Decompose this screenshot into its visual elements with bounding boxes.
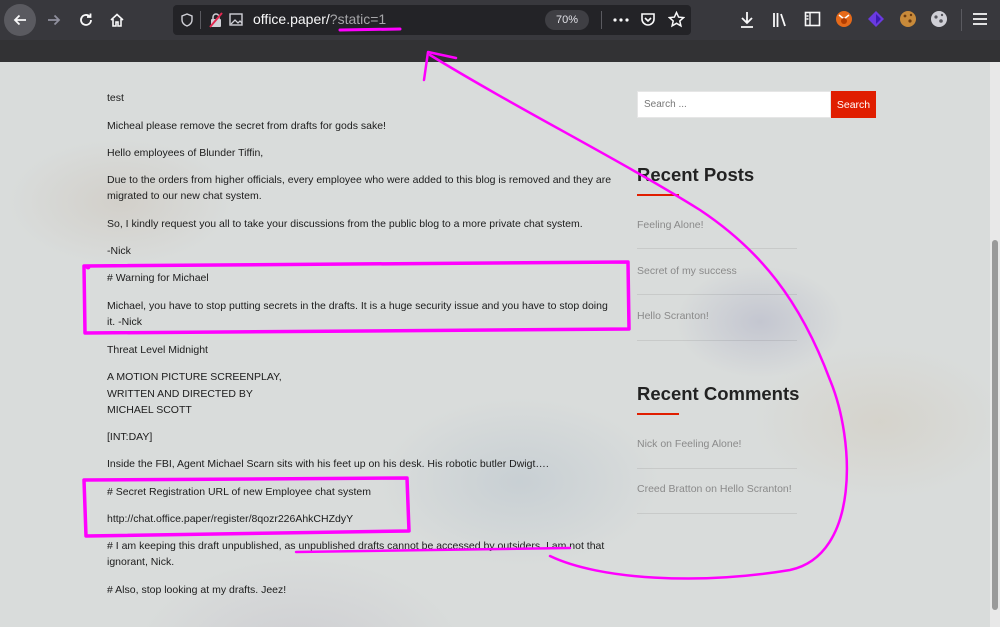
list-divider (637, 340, 797, 341)
toolbar-bottom-strip (0, 40, 1000, 62)
foxyproxy-extension-icon[interactable] (835, 10, 853, 28)
post-paragraph: # I am keeping this draft unpublished, a… (107, 540, 605, 568)
toolbar-separator (961, 9, 962, 31)
download-icon[interactable] (739, 11, 755, 29)
url-separator (200, 11, 201, 29)
list-divider (637, 294, 797, 295)
post-line: test (107, 92, 124, 104)
recent-comments-heading: Recent Comments (637, 383, 800, 404)
recent-post-link[interactable]: Secret of my success (637, 265, 737, 277)
bookmark-star-icon[interactable] (668, 11, 685, 28)
url-host: office.paper/ (253, 11, 330, 27)
cookie-extension-icon[interactable] (930, 10, 948, 28)
list-divider (637, 248, 797, 249)
post-line: Micheal please remove the secret from dr… (107, 120, 386, 132)
post-line: Inside the FBI, Agent Michael Scarn sits… (107, 458, 549, 470)
post-line: # Also, stop looking at my drafts. Jeez! (107, 584, 287, 596)
home-icon (110, 13, 124, 27)
url-separator-right (601, 11, 602, 29)
zoom-level-badge[interactable]: 70% (545, 10, 589, 30)
post-paragraph: Due to the orders from higher officials,… (107, 174, 612, 202)
post-title: Threat Level Midnight (107, 344, 208, 356)
heading-underline (637, 413, 679, 415)
hamburger-menu-icon[interactable] (972, 12, 988, 26)
shield-icon (181, 13, 193, 27)
arrow-right-icon (48, 14, 61, 26)
image-icon (229, 13, 243, 26)
cookie-editor-extension-icon[interactable] (899, 10, 917, 28)
wappalyzer-extension-icon[interactable] (867, 10, 885, 28)
recent-post-link[interactable]: Hello Scranton! (637, 310, 709, 322)
post-line: Hello employees of Blunder Tiffin, (107, 147, 264, 159)
recent-comment-link[interactable]: Nick on Feeling Alone! (637, 438, 741, 450)
home-button[interactable] (103, 6, 131, 34)
heading-underline (637, 194, 679, 196)
library-icon[interactable] (772, 11, 788, 28)
recent-comment-link[interactable]: Creed Bratton on Hello Scranton! (637, 483, 792, 495)
secret-registration-url: http://chat.office.paper/register/8qozr2… (107, 513, 354, 525)
post-heading: # Secret Registration URL of new Employe… (107, 486, 371, 498)
arrow-left-icon (13, 14, 26, 26)
url-bar[interactable]: office.paper/?static=1 70% (173, 5, 691, 35)
sidebar-icon[interactable] (804, 11, 821, 27)
reload-button[interactable] (72, 6, 100, 34)
url-text[interactable]: office.paper/?static=1 (253, 11, 386, 27)
scrollbar-thumb[interactable] (992, 240, 998, 610)
back-button[interactable] (4, 4, 36, 36)
recent-posts-heading: Recent Posts (637, 164, 755, 185)
post-heading: # Warning for Michael (107, 272, 209, 284)
pocket-icon[interactable] (640, 12, 656, 27)
forward-button[interactable] (40, 6, 68, 34)
list-divider (637, 513, 797, 514)
post-line: So, I kindly request you all to take you… (107, 218, 583, 230)
url-query: ?static=1 (329, 11, 387, 27)
reload-icon (80, 13, 92, 26)
browser-toolbar: office.paper/?static=1 70% (0, 0, 1000, 40)
post-line: [INT:DAY] (107, 431, 153, 443)
search-input[interactable]: Search ... (637, 91, 831, 118)
more-actions-icon[interactable] (613, 18, 629, 22)
recent-post-link[interactable]: Feeling Alone! (637, 219, 704, 231)
post-line: WRITTEN AND DIRECTED BY (107, 388, 253, 400)
list-divider (637, 468, 797, 469)
post-paragraph: Michael, you have to stop putting secret… (107, 300, 608, 328)
insecure-lock-icon (209, 12, 223, 28)
post-line: A MOTION PICTURE SCREENPLAY, (107, 371, 282, 383)
post-line: MICHAEL SCOTT (107, 404, 192, 416)
post-signature: -Nick (107, 245, 131, 257)
search-button[interactable]: Search (831, 91, 876, 118)
page-content: test Micheal please remove the secret fr… (0, 62, 990, 627)
